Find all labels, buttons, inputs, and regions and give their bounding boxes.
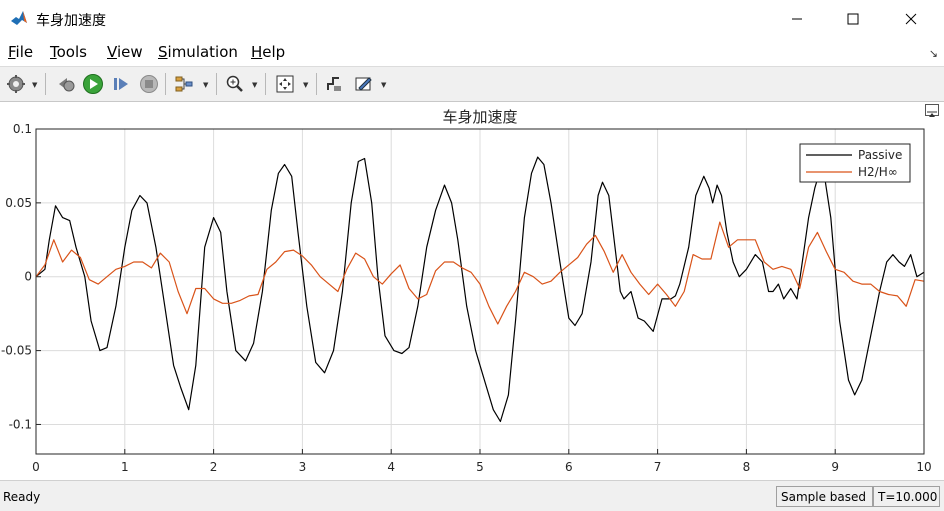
y-tick-label: 0 xyxy=(24,270,32,284)
run-icon xyxy=(83,74,103,94)
settings-button[interactable] xyxy=(4,72,28,96)
stop-icon xyxy=(140,75,158,93)
step-back-button[interactable] xyxy=(53,72,77,96)
legend-label: H2/H∞ xyxy=(858,165,898,179)
scope-chart: 车身加速度 0 1 2 3 4 5 6 7 8 9 10 0.1 0.05 0 -0.05 -0.1 Pass… xyxy=(1,108,932,474)
y-tick-label: -0.05 xyxy=(1,344,32,358)
x-tick-label: 5 xyxy=(476,460,484,474)
window-titlebar: 车身加速度 xyxy=(0,0,944,38)
menu-simulation[interactable]: Simulation xyxy=(158,43,238,61)
toolbar-separator xyxy=(216,73,217,95)
style-dropdown-icon[interactable]: ▼ xyxy=(381,81,386,89)
step-forward-button[interactable] xyxy=(109,72,133,96)
undock-button[interactable] xyxy=(925,104,939,117)
zoom-button[interactable] xyxy=(223,72,247,96)
x-tick-label: 7 xyxy=(654,460,662,474)
cursor-measure-icon xyxy=(327,77,341,91)
status-sample-based: Sample based xyxy=(776,486,873,507)
fit-to-view-icon xyxy=(276,75,294,93)
toolbar-separator xyxy=(316,73,317,95)
menu-file[interactable]: File xyxy=(8,43,33,61)
toolbar-separator xyxy=(265,73,266,95)
style-button[interactable] xyxy=(352,72,376,96)
chart-title: 车身加速度 xyxy=(442,108,517,126)
run-button[interactable] xyxy=(81,72,105,96)
signal-selector-icon xyxy=(175,76,193,92)
signal-selector-dropdown-icon[interactable]: ▼ xyxy=(203,81,208,89)
legend[interactable]: Passive H2/H∞ xyxy=(799,143,911,183)
cursor-measure-button[interactable] xyxy=(322,72,346,96)
fit-to-view-button[interactable] xyxy=(273,72,297,96)
signal-selector-button[interactable] xyxy=(172,72,196,96)
x-tick-label: 4 xyxy=(387,460,395,474)
toolbar-separator xyxy=(165,73,166,95)
status-time: T=10.000 xyxy=(873,486,940,507)
close-button[interactable] xyxy=(888,0,934,38)
settings-icon xyxy=(7,75,25,93)
status-bar: Ready Sample based T=10.000 xyxy=(0,480,944,511)
x-tick-label: 9 xyxy=(831,460,839,474)
x-tick-label: 1 xyxy=(121,460,129,474)
x-tick-label: 2 xyxy=(210,460,218,474)
matlab-icon xyxy=(10,9,28,27)
y-tick-label: 0.1 xyxy=(13,122,32,136)
style-icon xyxy=(355,77,372,91)
scope-display: 车身加速度 0 1 2 3 4 5 6 7 8 9 10 0.1 0.05 0 -0.05 -0.1 Pass… xyxy=(0,102,944,480)
x-tick-label: 8 xyxy=(743,460,751,474)
toolbar: ▼ ▼ ▼ ▼ ▼ xyxy=(0,66,944,102)
menu-tools[interactable]: Tools xyxy=(50,43,87,61)
settings-dropdown-icon[interactable]: ▼ xyxy=(32,81,37,89)
step-back-icon xyxy=(59,78,75,92)
toolbar-separator xyxy=(45,73,46,95)
x-tick-label: 3 xyxy=(299,460,307,474)
menu-help[interactable]: Help xyxy=(251,43,285,61)
undock-icon xyxy=(927,111,937,117)
zoom-in-icon xyxy=(226,75,243,92)
x-tick-label: 10 xyxy=(916,460,931,474)
legend-label: Passive xyxy=(858,148,902,162)
close-icon xyxy=(905,13,917,25)
fit-dropdown-icon[interactable]: ▼ xyxy=(303,81,308,89)
menu-view[interactable]: View xyxy=(107,43,143,61)
x-tick-label: 6 xyxy=(565,460,573,474)
y-tick-label: 0.05 xyxy=(5,196,32,210)
menu-bar: File Tools View Simulation Help ↘ xyxy=(0,38,944,66)
maximize-button[interactable] xyxy=(830,0,876,38)
minimize-button[interactable] xyxy=(774,0,820,38)
pin-icon[interactable]: ↘ xyxy=(929,47,938,60)
axis-tick-labels: 0 1 2 3 4 5 6 7 8 9 10 0.1 0.05 0 -0.05 -0.1 xyxy=(1,122,932,474)
window-title: 车身加速度 xyxy=(36,13,106,29)
step-forward-icon xyxy=(114,78,128,90)
x-tick-label: 0 xyxy=(32,460,40,474)
stop-button[interactable] xyxy=(137,72,161,96)
status-ready: Ready xyxy=(3,490,41,504)
maximize-icon xyxy=(847,13,859,25)
y-tick-label: -0.1 xyxy=(9,417,32,431)
zoom-dropdown-icon[interactable]: ▼ xyxy=(252,81,257,89)
grid-lines xyxy=(35,128,925,454)
minimize-icon xyxy=(792,18,802,20)
